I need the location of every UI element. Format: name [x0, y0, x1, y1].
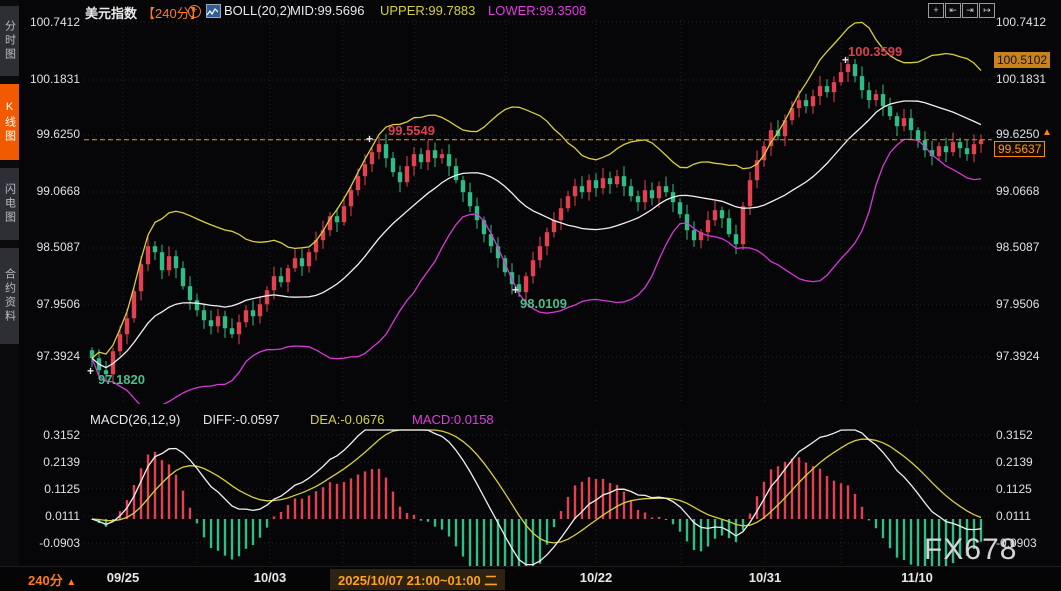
macd-tick: 0.1125: [996, 482, 1056, 496]
chart-type-icon[interactable]: [206, 4, 221, 18]
high-mark-badge: 100.5102: [994, 52, 1050, 68]
app-window: { "header": { "symbol": "美元指数", "period"…: [0, 0, 1061, 590]
add-indicator-icon[interactable]: +: [188, 5, 201, 18]
sidebar-tab-kline[interactable]: K线图: [0, 84, 19, 160]
date-tick: 11/10: [891, 570, 943, 585]
macd-tick: 0.2139: [996, 455, 1056, 469]
macd-tick: 0.3152: [24, 428, 80, 442]
price-tick: 100.1831: [24, 72, 80, 86]
macd-dea-value: DEA:-0.0676: [310, 412, 384, 427]
price-alert-arrow-icon[interactable]: ▲: [1042, 127, 1052, 138]
period-arrow-icon: ▲: [66, 577, 76, 588]
chart-canvas[interactable]: [0, 0, 1061, 590]
axis-left-icon[interactable]: ⇤: [945, 3, 961, 18]
price-tick: 99.0668: [996, 184, 1056, 198]
price-tick: 98.5087: [996, 240, 1056, 254]
sidebar-tab-timeline[interactable]: 分时图: [0, 6, 19, 76]
macd-tick: 0.1125: [24, 482, 80, 496]
high-cross-marker: +: [842, 53, 849, 67]
boll-mid-value: MID:99.5696: [290, 3, 364, 18]
macd-tick: -0.0903: [24, 536, 80, 550]
boll-label: BOLL(20,2): [224, 3, 291, 18]
price-tick: 100.7412: [996, 15, 1056, 29]
symbol-title: 美元指数: [85, 3, 137, 22]
price-tick: 100.1831: [996, 72, 1056, 86]
macd-diff-value: DIFF:-0.0597: [203, 412, 280, 427]
period-selector[interactable]: 240分 ▲: [28, 570, 76, 589]
price-tick: 97.3924: [24, 349, 80, 363]
price-tick: 99.6250: [24, 127, 80, 141]
price-tick: 97.9506: [24, 297, 80, 311]
last-price-badge: 99.5637: [994, 141, 1045, 157]
crosshair-icon[interactable]: +: [928, 3, 944, 18]
macd-title: MACD(26,12,9): [90, 412, 180, 427]
shift-right-icon[interactable]: ↦: [979, 3, 995, 18]
sidebar: 分时图 K线图 闪电图 合约资料: [0, 0, 19, 590]
hovered-bar-time: 2025/10/07 21:00~01:00 二: [330, 569, 505, 590]
macd-tick: 0.0111: [996, 509, 1056, 523]
low-annotation: 97.1820: [98, 372, 145, 387]
macd-tick: 0.0111: [24, 509, 80, 523]
sidebar-tab-contract-info[interactable]: 合约资料: [0, 248, 19, 344]
boll-lower-value: LOWER:99.3508: [488, 3, 586, 18]
macd-tick: 0.3152: [996, 428, 1056, 442]
sidebar-tab-lightning[interactable]: 闪电图: [0, 168, 19, 240]
date-tick: 10/03: [244, 570, 296, 585]
macd-hist-value: MACD:0.0158: [412, 412, 494, 427]
swing-low-annotation: 98.0109: [520, 296, 567, 311]
price-tick: 100.7412: [24, 15, 80, 29]
price-tick: 99.0668: [24, 184, 80, 198]
macd-tick: 0.2139: [24, 455, 80, 469]
date-tick: 10/22: [570, 570, 622, 585]
low-cross-marker: +: [87, 364, 94, 378]
swing-high-annotation: 99.5549: [388, 123, 435, 138]
period-text: 240分: [28, 573, 63, 588]
price-tick: 97.3924: [996, 349, 1056, 363]
time-axis-bar: 240分 ▲ 09/25 10/03 2025/10/07 21:00~01:0…: [0, 566, 1061, 591]
fx678-watermark: FX678: [924, 533, 1017, 567]
swing-low-cross-marker: +: [512, 283, 519, 297]
price-tick: 97.9506: [996, 297, 1056, 311]
high-annotation: 100.3599: [848, 44, 902, 59]
axis-right-icon[interactable]: ⇥: [962, 3, 978, 18]
boll-upper-value: UPPER:99.7883: [380, 3, 475, 18]
date-tick: 09/25: [97, 570, 149, 585]
price-tick: 98.5087: [24, 240, 80, 254]
swing-high-cross-marker: +: [366, 132, 373, 146]
date-tick: 10/31: [739, 570, 791, 585]
